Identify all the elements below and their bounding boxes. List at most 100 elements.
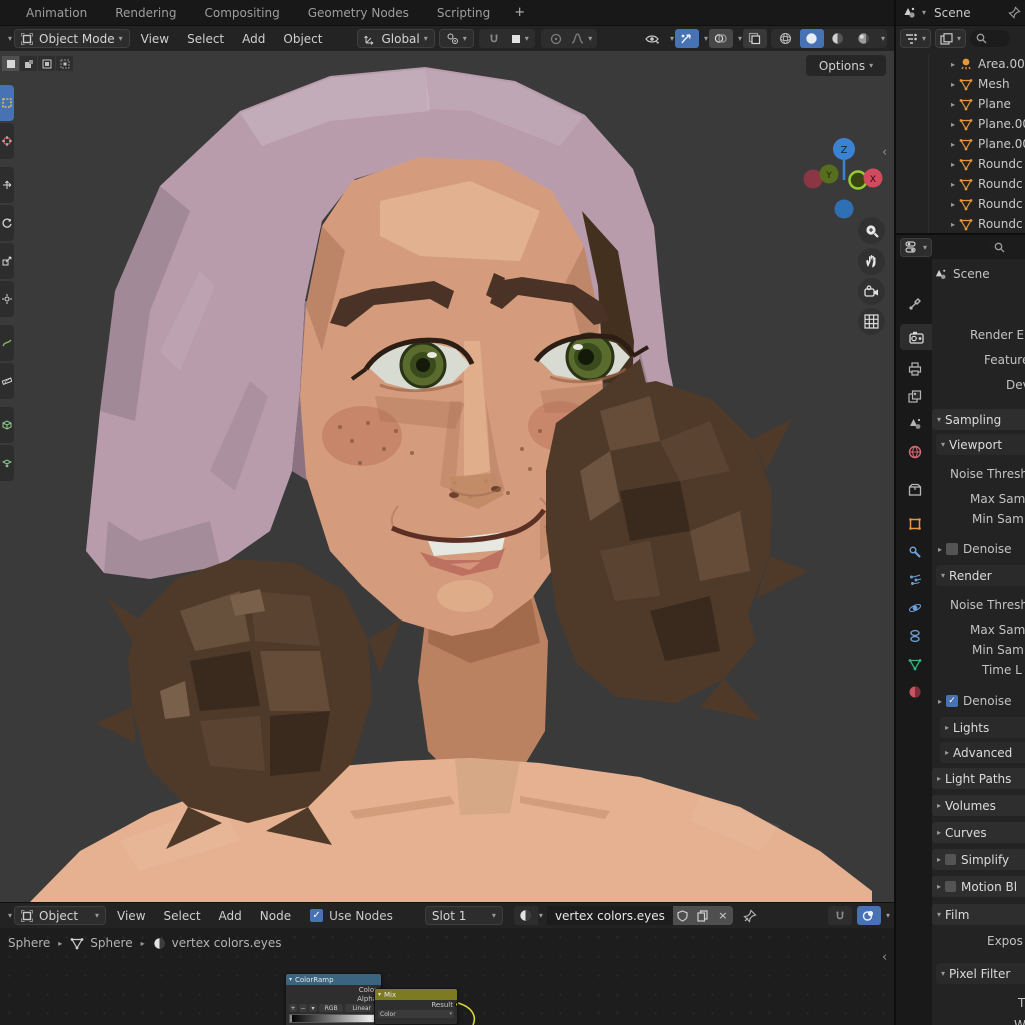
tab-material[interactable] [898,679,932,705]
material-sphere-icon[interactable] [514,906,538,925]
outliner-item-area[interactable]: ▸ Area.00 [896,54,1025,74]
shading-wireframe-button[interactable] [774,29,798,48]
menu-select[interactable]: Select [155,909,210,923]
expand-icon[interactable]: ▸ [951,220,955,229]
expand-icon[interactable]: ▸ [938,697,942,706]
menu-add[interactable]: Add [210,909,251,923]
section-viewport[interactable]: ▾ Viewport [936,434,1025,455]
tab-output[interactable] [898,356,932,382]
chevron-down-icon[interactable]: ▾ [738,34,742,43]
chevron-down-icon[interactable]: ▾ [704,34,708,43]
camera-view-icon[interactable] [858,278,885,305]
tab-animation[interactable]: Animation [12,0,101,25]
properties-editor-type-dropdown[interactable]: ▾ [900,238,932,257]
color-ramp-gradient[interactable] [289,1014,378,1023]
snap-target-button[interactable]: ▾ [508,29,532,48]
tab-particles[interactable] [898,567,932,593]
outliner-item-roundcube2[interactable]: ▸ Roundc [896,174,1025,194]
chevron-down-icon[interactable]: ▾ [670,34,674,43]
section-simplify[interactable]: ▸ Simplify [932,849,1025,870]
section-curves[interactable]: ▸ Curves [932,822,1025,843]
color-mode-dropdown[interactable]: RGB [319,1004,343,1012]
outliner-item-roundcube4[interactable]: ▸ Roundc [896,214,1025,233]
slot-dropdown[interactable]: Slot 1 ▾ [425,906,503,925]
show-overlays-button[interactable] [709,29,733,48]
fake-user-shield-icon[interactable] [673,906,693,925]
transform-orientation-dropdown[interactable]: Global ▾ [357,29,434,48]
shader-type-dropdown[interactable]: Object ▾ [14,906,106,925]
pan-hand-icon[interactable] [858,248,885,275]
menu-view[interactable]: View [132,32,178,46]
mode-dropdown[interactable]: Object Mode ▾ [14,29,130,48]
visibility-eye-icon[interactable] [641,29,665,48]
tool-scale[interactable] [0,243,14,279]
sidebar-collapse-icon[interactable]: ‹ [882,145,887,160]
checkbox-unchecked-icon[interactable] [945,854,956,865]
tool-measure[interactable] [0,363,14,399]
pin-icon[interactable] [1008,6,1021,19]
outliner-item-plane[interactable]: ▸ Plane [896,94,1025,114]
outliner-display-dropdown[interactable]: ▾ [935,29,966,48]
checkbox-unchecked-icon[interactable] [945,881,956,892]
tool-cursor[interactable] [0,123,14,159]
tool-extrude[interactable] [0,445,14,481]
section-pixel-filter[interactable]: ▾ Pixel Filter [936,963,1025,984]
copy-icon[interactable] [693,906,713,925]
expand-icon[interactable]: ▸ [951,140,955,149]
pin-icon[interactable] [743,909,757,923]
shading-solid-button[interactable] [800,29,824,48]
viewport-denoise-row[interactable]: ▸ Denoise [938,540,1012,558]
outliner-item-plane00b[interactable]: ▸ Plane.00 [896,134,1025,154]
chevron-down-icon[interactable]: ▾ [881,34,885,43]
result-socket[interactable] [455,1002,458,1007]
mix-type-dropdown[interactable]: Color ▾ [378,1010,454,1018]
menu-node[interactable]: Node [251,909,300,923]
outliner-item-mesh[interactable]: ▸ Mesh [896,74,1025,94]
expand-icon[interactable]: ▸ [951,200,955,209]
add-workspace-button[interactable]: + [504,5,535,20]
checkbox-unchecked-icon[interactable] [946,543,958,555]
properties-search-input[interactable] [988,239,1023,256]
tab-render[interactable] [900,324,932,350]
render-denoise-row[interactable]: ▸ ✓ Denoise [938,692,1012,710]
node-editor-canvas[interactable]: Sphere ▸ Sphere ▸ vertex colors.eyes ▾ C… [0,928,894,1025]
menu-select[interactable]: Select [178,32,233,46]
tab-compositing[interactable]: Compositing [190,0,293,25]
editor-type-chevron-icon[interactable]: ▾ [8,34,12,43]
tool-rotate[interactable] [0,205,14,241]
menu-object[interactable]: Object [274,32,331,46]
tab-collection[interactable] [898,476,932,502]
scene-selector[interactable]: ▾ Scene [896,0,1025,25]
remove-stop-button[interactable]: − [299,1004,307,1012]
select-mode-intersect[interactable] [56,56,73,71]
snap-magnet-icon[interactable] [828,906,852,925]
ramp-stop-left[interactable] [290,1015,292,1022]
chevron-down-icon[interactable]: ▾ [539,911,543,920]
tab-view-layer[interactable] [898,384,932,410]
chevron-down-icon[interactable]: ▾ [886,911,890,920]
tab-world[interactable] [898,439,932,465]
use-nodes-toggle[interactable]: ✓ Use Nodes [310,909,393,923]
editor-type-chevron-icon[interactable]: ▾ [8,911,12,920]
tool-select-box[interactable] [0,85,14,121]
select-mode-extend[interactable] [20,56,37,71]
outliner-item-roundcube1[interactable]: ▸ Roundc [896,154,1025,174]
tool-transform[interactable] [0,281,14,317]
material-name-field[interactable]: vertex colors.eyes [547,906,673,925]
tab-constraints[interactable] [898,623,932,649]
section-motion-blur[interactable]: ▸ Motion Bl [932,876,1025,897]
section-volumes[interactable]: ▸ Volumes [932,795,1025,816]
tab-scripting[interactable]: Scripting [423,0,504,25]
proportional-editing-icon[interactable] [544,29,568,48]
expand-icon[interactable]: ▸ [951,120,955,129]
tab-tool[interactable] [898,291,932,317]
ortho-grid-icon[interactable] [858,308,885,335]
section-lights[interactable]: ▸ Lights [940,717,1025,738]
close-icon[interactable]: × [713,906,733,925]
section-sampling[interactable]: ▾ Sampling [932,409,1025,430]
tab-physics[interactable] [898,595,932,621]
section-advanced[interactable]: ▸ Advanced [940,742,1025,763]
show-gizmo-button[interactable] [675,29,699,48]
expand-icon[interactable]: ▸ [951,180,955,189]
xray-toggle-button[interactable] [743,29,767,48]
